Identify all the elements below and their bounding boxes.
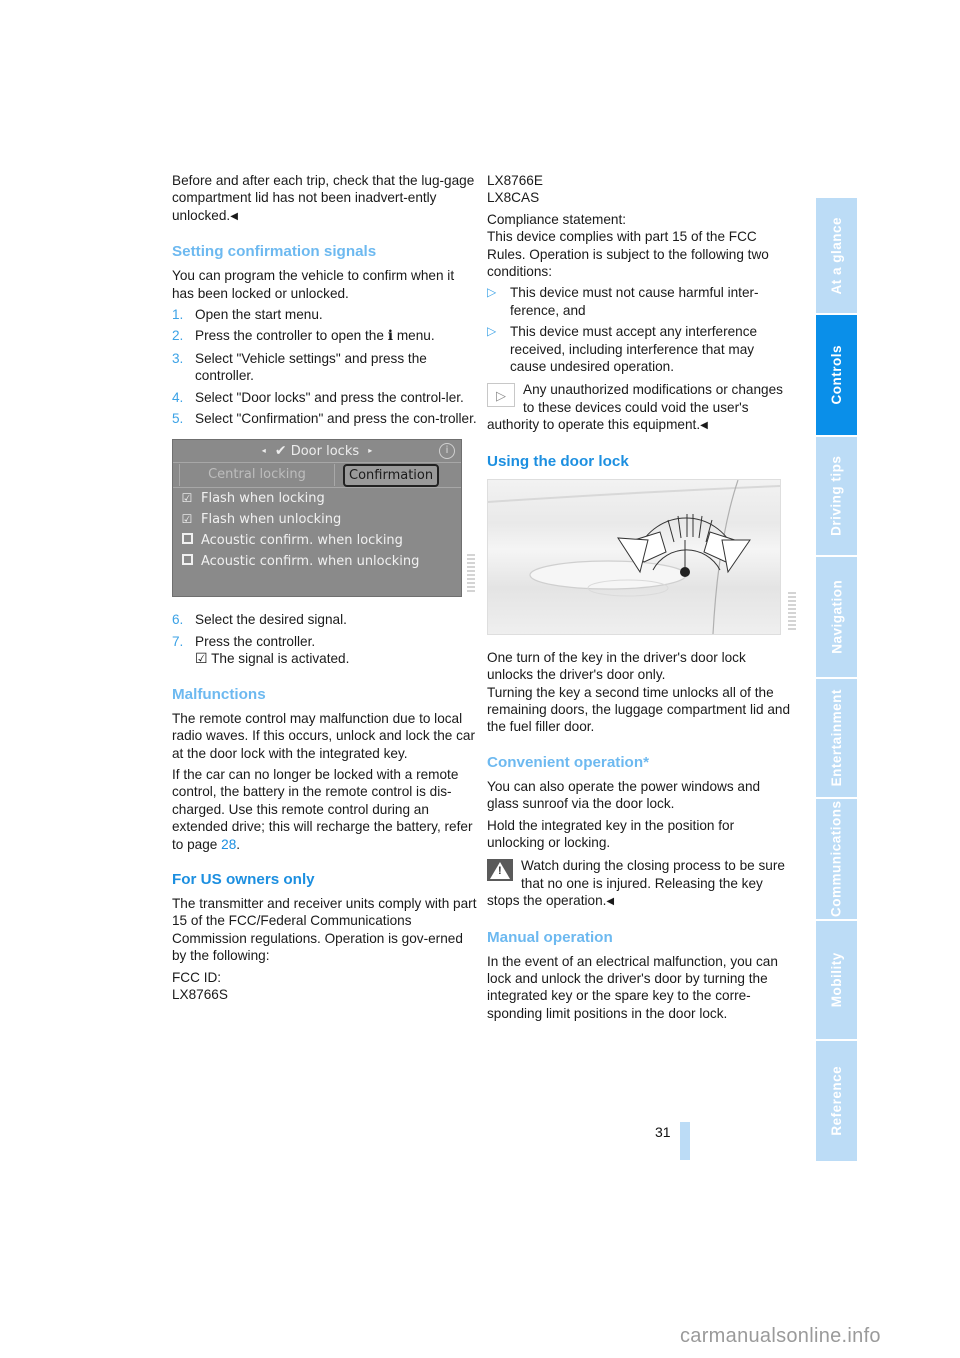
option-flash-locking: ☑ Flash when locking — [173, 488, 461, 509]
malfunctions-para-1: The remote control may malfunction due t… — [172, 710, 475, 761]
note-unauthorized-modifications: ▷ Any unauthorized modifications or chan… — [487, 382, 783, 433]
warning-icon: ! — [487, 859, 513, 882]
fcc-id-continued: LX8766E LX8CAS — [487, 173, 543, 206]
heading-manual-operation: Manual operation — [487, 928, 613, 946]
unchecked-box-icon — [179, 553, 195, 570]
step-item: 4. Select "Door locks" and press the cont… — [172, 389, 464, 405]
intro-text: Before and after each trip, check that t… — [172, 173, 475, 223]
manual-operation-para: In the event of an electrical malfunctio… — [487, 953, 778, 1021]
page-reference-link[interactable]: 28 — [221, 837, 236, 852]
bullet-triangle-icon: ▷ — [487, 285, 497, 300]
steps-list: 1. Open the start menu. 2. Press the contr… — [172, 306, 478, 427]
heading-convenient-operation: Convenient operation* — [487, 753, 650, 771]
chapter-tab-navigation[interactable]: Navigation — [816, 557, 857, 677]
fcc-id-block: FCC ID: LX8766S — [172, 969, 228, 1002]
heading-using-door-lock: Using the door lock — [487, 452, 629, 470]
step-item: 6. Select the desired signal. — [172, 612, 347, 628]
left-column: Before and after each trip, check that t… — [172, 172, 478, 1007]
note-arrow-icon: ▷ — [487, 383, 515, 408]
compliance-statement: Compliance statement: This device complie… — [487, 211, 769, 280]
step-item: 7. Press the controller. — [172, 633, 316, 649]
door-locks-screen-figure: ◂ ✔ Door locks ▸ i Central locking Confi… — [172, 439, 475, 598]
step-item: 1. Open the start menu. — [172, 307, 323, 323]
step-item: 3. Select "Vehicle settings" and press th… — [172, 350, 427, 384]
door-lock-figure — [487, 478, 796, 635]
checked-box-icon: ☑ — [181, 512, 193, 527]
step-item: 2. Press the controller to open the i men… — [172, 328, 435, 345]
nav-right-icon: ▸ — [368, 446, 373, 456]
chapter-tab-controls[interactable]: Controls — [816, 315, 857, 435]
chapter-tab-driving-tips[interactable]: Driving tips — [816, 437, 857, 555]
us-owners-para: The transmitter and receiver units compl… — [172, 895, 477, 964]
heading-malfunctions: Malfunctions — [172, 685, 266, 703]
option-flash-unlocking: ☑ Flash when unlocking — [173, 509, 461, 530]
screen-title: Door locks — [290, 444, 360, 460]
signal-activated-text: ☑ The signal is activated. — [195, 650, 350, 667]
door-lock-illustration — [488, 479, 780, 634]
bullet-triangle-icon: ▷ — [487, 324, 497, 339]
right-column: LX8766E LX8CAS Compliance statement: This … — [487, 172, 796, 1026]
option-acoustic-locking: Acoustic confirm. when locking — [173, 530, 461, 551]
chapter-tabs: At a glance Controls Driving tips Naviga… — [816, 198, 857, 1163]
figure-code — [788, 589, 796, 630]
heading-us-owners: For US owners only — [172, 870, 315, 888]
option-acoustic-unlocking: Acoustic confirm. when unlocking — [173, 551, 461, 572]
malfunctions-para-2: If the car can no longer be locked with … — [172, 766, 473, 852]
chapter-tab-at-a-glance[interactable]: At a glance — [816, 198, 857, 313]
chapter-tab-mobility[interactable]: Mobility — [816, 921, 857, 1039]
chapter-tab-communications[interactable]: Communications — [816, 799, 857, 919]
check-icon: ☑ — [195, 650, 208, 667]
chapter-tab-reference[interactable]: Reference — [816, 1041, 857, 1161]
checked-box-icon: ☑ — [181, 491, 193, 506]
door-lock-para: One turn of the key in the driver's door… — [487, 649, 791, 735]
convenient-para-2: Hold the integrated key in the position … — [487, 817, 735, 850]
end-mark-icon: ◀ — [700, 420, 708, 432]
figure-code — [467, 552, 475, 593]
tab-confirmation: Confirmation — [343, 463, 440, 487]
unchecked-box-icon — [179, 532, 195, 549]
steps-list-continued: 6. Select the desired signal. 7. Press the… — [172, 611, 478, 650]
screen-tabs: Central locking Confirmation — [173, 463, 461, 489]
page-number: 31 — [655, 1124, 671, 1140]
page-number-bar — [680, 1122, 690, 1160]
chapter-tab-entertainment[interactable]: Entertainment — [816, 679, 857, 797]
watermark: carmanualsonline.info — [680, 1325, 881, 1347]
conditions-list: ▷ This device must not cause harmful inte… — [487, 284, 793, 375]
convenient-para-1: You can also operate the power windows a… — [487, 778, 761, 812]
tab-central-locking: Central locking — [179, 464, 335, 487]
end-mark-icon: ◀ — [606, 896, 615, 908]
warning-note: ! Watch during the closing process to be… — [487, 858, 785, 909]
door-check-icon: ✔ — [274, 443, 287, 460]
screen-title-bar: ◂ ✔ Door locks ▸ — [173, 440, 461, 464]
condition-item: ▷ This device must not cause harmful inte… — [487, 285, 759, 318]
nav-left-icon: ◂ — [261, 446, 266, 456]
step-item: 5. Select "Confirmation" and press the co… — [172, 411, 477, 427]
end-mark-icon: ◀ — [230, 210, 238, 222]
condition-item: ▷ This device must accept any interferenc… — [487, 324, 758, 375]
heading-setting-confirmation-signals: Setting confirmation signals — [172, 243, 377, 261]
info-menu-icon: i — [387, 328, 394, 345]
setting-signals-intro: You can program the vehicle to confirm w… — [172, 268, 455, 301]
